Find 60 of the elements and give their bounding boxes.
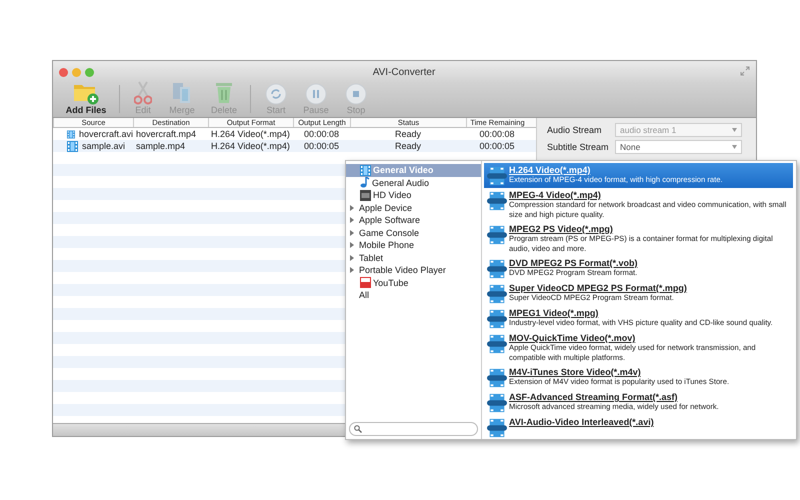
table-cell-text: Ready [394,140,422,152]
table-cell-text: H.264 Video(*.mp4) [210,128,291,140]
disclosure-triangle-icon[interactable] [349,267,355,274]
table-cell: sample.avi [82,140,126,152]
table-cell-text: 00:00:08 [302,128,340,140]
table-cell-text: sample.mp4 [135,140,186,152]
category-item[interactable]: Mobile Phone [346,239,481,252]
film-badge-icon [487,166,507,186]
film-badge-icon [487,191,507,211]
table-cell: hovercraft.avi [78,128,133,140]
search-field[interactable] [349,422,478,436]
category-item[interactable]: HD Video [346,189,481,202]
film-icon [67,140,78,152]
film-badge-icon [487,309,507,329]
music-note-icon [360,177,370,188]
category-item[interactable]: Game Console [346,226,481,239]
category-item[interactable]: Apple Device [346,202,481,214]
window-title: AVI-Converter [372,66,436,78]
dropdown-arrow-icon [732,144,737,148]
disclosure-triangle-icon[interactable] [349,254,355,261]
disclosure-triangle-icon[interactable] [349,204,355,211]
category-item[interactable]: Tablet [346,252,481,264]
category-item[interactable]: All [346,289,481,302]
film-badge-icon [487,284,507,304]
close-icon[interactable] [59,68,68,76]
category-item[interactable]: Portable Video Player [346,264,481,276]
film-strips-icon [171,81,193,105]
fullscreen-icon[interactable] [740,66,750,76]
youtube-icon [360,277,371,288]
film-badge-icon [487,334,507,354]
category-item[interactable]: Apple Software [346,214,481,226]
stop-icon [345,83,367,105]
table-cell-text: 00:00:08 [478,128,516,140]
table-cell-text: H.264 Video(*.mp4) [210,140,291,152]
refresh-icon [265,83,287,105]
disclosure-triangle-icon[interactable] [349,217,355,224]
add-files-button[interactable]: Add Files [59,81,113,115]
dropdown-arrow-icon [732,128,737,132]
format-item[interactable]: AVI-Audio-Video Interleaved(*.avi) [484,415,793,439]
hd-icon [360,190,371,201]
table-cell-text: hovercraft.mp4 [135,128,198,140]
category-item[interactable]: YouTube [346,276,481,289]
stream-dropdown[interactable]: None [615,140,742,154]
category-item[interactable]: General Audio [346,176,481,189]
film-icon [360,164,371,176]
search-icon [354,425,362,433]
trash-icon [215,81,233,105]
film-badge-icon [487,225,507,245]
disclosure-triangle-icon[interactable] [349,242,355,248]
film-badge-icon [487,259,507,279]
table-cell-text: 00:00:05 [478,140,516,152]
pause-icon [305,83,327,105]
disclosure-triangle-icon[interactable] [349,230,355,236]
table-cell-text: 00:00:05 [302,140,340,152]
stream-label: Subtitle Stream [547,142,610,152]
scissors-icon [134,81,152,105]
table-cell-text: Ready [394,128,422,140]
stream-label: Audio Stream [547,124,603,134]
film-badge-icon [487,393,507,413]
film-badge-icon [487,368,507,388]
